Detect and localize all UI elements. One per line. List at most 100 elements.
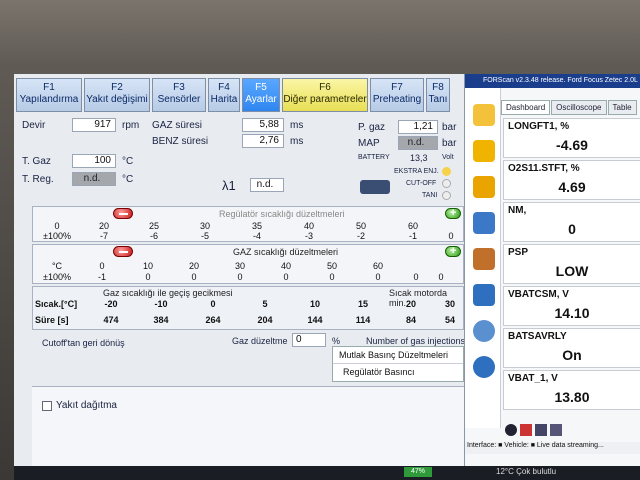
reg-value-row: ±100% -7 -6 -5 -4 -3 -2 -1 0 — [35, 231, 463, 241]
info-icon[interactable] — [473, 104, 495, 126]
gauge-value: LOW — [555, 263, 589, 279]
value-cell[interactable]: 0 — [263, 272, 309, 282]
header-cell: 20 — [405, 299, 416, 309]
gecis-temp-row: Sıcak.[°C] -20 -10 0 5 10 15 20 30 — [35, 299, 465, 309]
header-cell: 20 — [188, 261, 199, 271]
dtc-icon[interactable] — [473, 140, 495, 162]
value-cell[interactable]: -6 — [129, 231, 179, 241]
checklist-icon[interactable] — [473, 212, 495, 234]
menu-item-regulator-basinci[interactable]: Regülatör Basıncı — [333, 364, 463, 380]
gauge-name: PSP — [508, 247, 529, 258]
reg-minus-button[interactable] — [113, 208, 133, 219]
key-icon[interactable] — [360, 180, 390, 194]
tab-key: F6 — [319, 82, 331, 93]
pgaz-label: P. gaz — [358, 122, 386, 133]
gauge-psp: PSP LOW — [503, 244, 640, 284]
stop-icon[interactable] — [520, 424, 532, 436]
gaz-minus-button[interactable] — [113, 246, 133, 257]
gauge-value: 13.80 — [554, 389, 590, 405]
tab-label: Preheating — [372, 94, 422, 105]
value-cell[interactable]: 0 — [125, 272, 171, 282]
tab-f5[interactable]: F5 Ayarlar — [242, 78, 280, 112]
value-cell[interactable]: 384 — [135, 315, 187, 325]
value-cell[interactable]: 0 — [355, 272, 401, 282]
value-cell[interactable]: 0 — [309, 272, 355, 282]
gaz-duzeltme-input[interactable]: 0 — [292, 333, 326, 347]
gaz-plus-button[interactable] — [445, 245, 461, 257]
gauge-value: 14.10 — [554, 305, 590, 321]
gauge-value: On — [562, 347, 582, 363]
value-cell[interactable]: -1 — [387, 231, 439, 241]
tab-f4[interactable]: F4 Harita — [208, 78, 240, 112]
value-cell[interactable]: -1 — [79, 272, 125, 282]
lambda-value: n.d. — [250, 178, 284, 192]
value-cell[interactable]: 114 — [339, 315, 387, 325]
pgaz-unit: bar — [442, 122, 457, 133]
tab-table[interactable]: Table — [607, 100, 637, 115]
tab-f6[interactable]: F6 Diğer parametreler — [282, 78, 368, 112]
value-cell[interactable]: -2 — [335, 231, 387, 241]
benz-suresi-value: 2,76 — [242, 134, 284, 148]
oscilloscope-icon[interactable] — [473, 176, 495, 198]
lpg-config-app: F1 Yapılandırma F2 Yakıt değişimi F3 Sensör… — [14, 74, 465, 466]
tab-label: Harita — [210, 94, 238, 105]
value-cell[interactable]: 0 — [217, 272, 263, 282]
gauge-name: VBATCSM, V — [508, 289, 569, 300]
value-cell[interactable]: 84 — [387, 315, 435, 325]
tab-oscilloscope[interactable]: Oscilloscope — [551, 100, 607, 115]
header-cell: 40 — [280, 261, 291, 271]
gauge-vbat-1: VBAT_1, V 13.80 — [503, 370, 640, 410]
value-cell[interactable]: 144 — [291, 315, 339, 325]
value-cell[interactable]: 474 — [87, 315, 135, 325]
module-icon[interactable] — [473, 284, 495, 306]
value-cell[interactable]: -7 — [79, 231, 129, 241]
header-cell: 10 — [142, 261, 153, 271]
tab-key: F7 — [391, 82, 403, 93]
treg-value: n.d. — [72, 172, 116, 186]
tab-f7[interactable]: F7 Preheating — [370, 78, 424, 112]
reg-plus-button[interactable] — [445, 207, 461, 219]
value-cell[interactable]: 0 — [431, 272, 451, 282]
gas-temp-correction-panel: GAZ sıcaklığı düzeltmeleri °C 0 10 20 30… — [32, 244, 464, 284]
value-cell[interactable]: 54 — [435, 315, 465, 325]
header-cell: 10 — [309, 299, 320, 309]
function-tabs: F1 Yapılandırma F2 Yakıt değişimi F3 Sensör… — [16, 78, 452, 112]
value-cell[interactable]: 204 — [239, 315, 291, 325]
play-icon[interactable] — [505, 424, 517, 436]
tab-label: Diğer parametreler — [283, 94, 367, 105]
screen: F1 Yapılandırma F2 Yakıt değişimi F3 Sensör… — [14, 74, 640, 480]
treg-unit: °C — [122, 174, 134, 185]
tab-f1[interactable]: F1 Yapılandırma — [16, 78, 82, 112]
value-cell[interactable]: 0 — [439, 231, 463, 241]
header-cell: 15 — [357, 299, 368, 309]
value-cell[interactable]: 0 — [401, 272, 431, 282]
gauge-value: 4.69 — [558, 179, 586, 195]
wrench-icon[interactable] — [473, 248, 495, 270]
tab-f2[interactable]: F2 Yakıt değişimi — [84, 78, 150, 112]
map-value: n.d. — [398, 136, 438, 150]
benz-suresi-unit: ms — [290, 136, 304, 147]
export-icon[interactable] — [550, 424, 562, 436]
weather-widget[interactable]: 12°C Çok bulutlu — [496, 467, 556, 476]
header-cell: 40 — [303, 221, 314, 231]
tab-f3[interactable]: F3 Sensörler — [152, 78, 206, 112]
connect-icon[interactable] — [473, 356, 495, 378]
value-cell[interactable]: -4 — [231, 231, 283, 241]
save-icon[interactable] — [535, 424, 547, 436]
gauge-o2s11-stft: O2S11.STFT, % 4.69 — [503, 160, 640, 200]
tab-f8[interactable]: F8 Tanı — [426, 78, 450, 112]
value-cell[interactable]: 264 — [187, 315, 239, 325]
tab-key: F4 — [218, 82, 230, 93]
value-cell[interactable]: 0 — [171, 272, 217, 282]
gaz-value-row: ±100% -1 0 0 0 0 0 0 0 0 — [35, 272, 451, 282]
settings-gear-icon[interactable] — [473, 320, 495, 342]
value-cell[interactable]: -5 — [179, 231, 231, 241]
tgaz-label: T. Gaz — [22, 156, 51, 167]
gaz-duzeltme-unit: % — [332, 336, 341, 346]
yakit-dagitma-checkbox[interactable] — [42, 401, 52, 411]
header-cell: 50 — [355, 221, 366, 231]
value-cell[interactable]: -3 — [283, 231, 335, 241]
menu-item-mutlak-basinc[interactable]: Mutlak Basınç Düzeltmeleri — [333, 347, 463, 364]
gecis-title: Gaz sıcaklığı ile geçiş gecikmesi — [103, 288, 233, 298]
tab-dashboard[interactable]: Dashboard — [501, 100, 551, 115]
